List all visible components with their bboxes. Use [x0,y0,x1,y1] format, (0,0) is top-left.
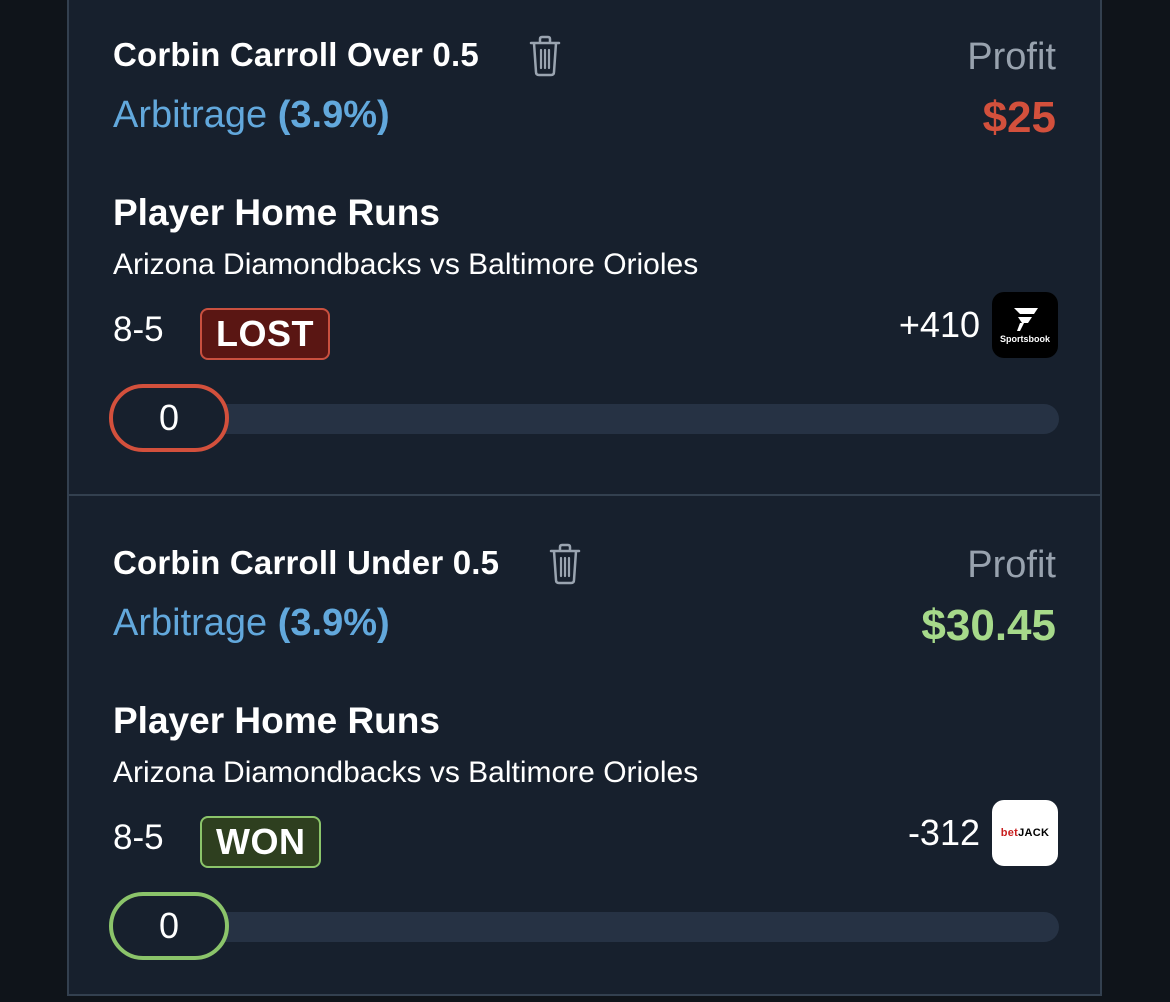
arbitrage-label: Arbitrage (3.9%) [113,94,390,137]
bet-card-under: Corbin Carroll Under 0.5 Profit $30.45 A… [69,506,1100,1002]
sportsbook-caption: Sportsbook [999,334,1050,344]
bet-title: Corbin Carroll Over 0.5 [113,36,479,73]
profit-label: Profit [967,544,1056,586]
game-score: 8-5 [113,818,164,857]
arbitrage-percentage: (3.9%) [277,94,390,136]
fanatics-f-icon [1014,308,1038,331]
game-score: 8-5 [113,310,164,349]
card-divider [69,494,1100,496]
trash-icon[interactable] [547,542,583,586]
game-matchup: Arizona Diamondbacks vs Baltimore Oriole… [113,756,699,789]
arbitrage-text: Arbitrage [113,94,268,136]
bets-panel: Corbin Carroll Over 0.5 Profit $25 Arbit… [67,0,1102,996]
trash-icon[interactable] [527,34,563,78]
bet-card-over: Corbin Carroll Over 0.5 Profit $25 Arbit… [69,0,1100,494]
market-name: Player Home Runs [113,700,440,741]
slider-track[interactable] [113,912,1059,942]
market-name: Player Home Runs [113,192,440,233]
profit-label: Profit [967,36,1056,78]
slider-knob[interactable]: 0 [109,892,229,960]
game-matchup: Arizona Diamondbacks vs Baltimore Oriole… [113,248,699,281]
odds-value: +410 [898,304,980,345]
arbitrage-percentage: (3.9%) [277,602,390,644]
slider-track[interactable] [113,404,1059,434]
arbitrage-label: Arbitrage (3.9%) [113,602,390,645]
result-badge: WON [200,816,322,868]
fanatics-sportsbook-logo: Sportsbook [992,292,1058,358]
profit-value: $25 [982,93,1056,142]
slider-knob[interactable]: 0 [109,384,229,452]
result-badge: LOST [200,308,330,360]
betjack-wordmark: betJACK [1000,827,1050,839]
odds-value: -312 [907,812,980,853]
profit-value: $30.45 [921,601,1056,650]
arbitrage-text: Arbitrage [113,602,268,644]
betjack-logo: betJACK [992,800,1058,866]
bet-title: Corbin Carroll Under 0.5 [113,544,500,581]
